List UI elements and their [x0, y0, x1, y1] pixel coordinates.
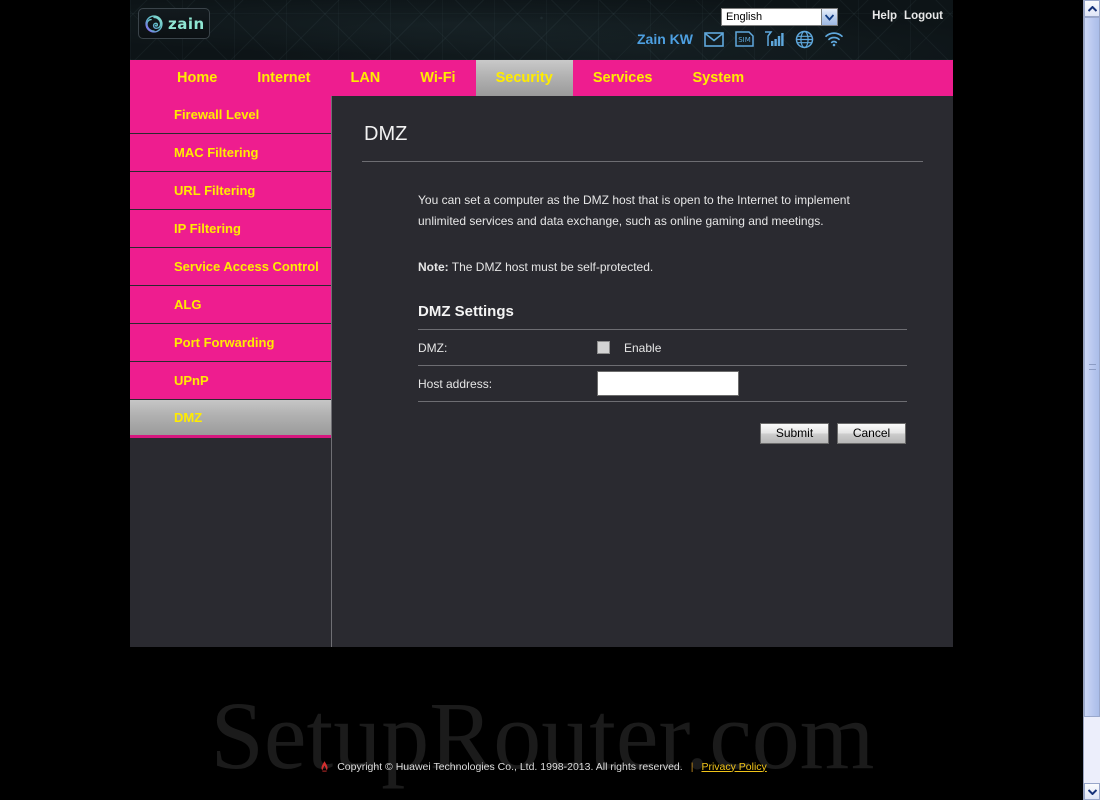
header-actions: Help Logout	[872, 10, 943, 22]
language-selector[interactable]: English	[721, 8, 838, 26]
page-body: Firewall Level MAC Filtering URL Filteri…	[130, 96, 953, 647]
dmz-enable-row: DMZ: Enable	[418, 330, 907, 365]
security-sidebar: Firewall Level MAC Filtering URL Filteri…	[130, 96, 332, 647]
zain-logo-text: zain	[168, 14, 205, 33]
help-link[interactable]: Help	[872, 10, 897, 22]
sidebar-item-ip-filtering[interactable]: IP Filtering	[130, 210, 331, 248]
page-root: SetupRouter.com zain English Help Logout…	[0, 0, 1100, 800]
title-divider	[362, 161, 923, 162]
nav-item-lan[interactable]: LAN	[330, 60, 400, 96]
language-select-value[interactable]: English	[721, 8, 821, 26]
dmz-label: DMZ:	[418, 340, 448, 355]
form-actions: Submit Cancel	[418, 423, 907, 444]
page-header: zain English Help Logout Zain KW SIM	[130, 0, 953, 60]
nav-item-home[interactable]: Home	[157, 60, 237, 96]
scrollbar-track[interactable]	[1084, 17, 1100, 783]
page-title: DMZ	[364, 123, 408, 145]
dmz-enable-label: Enable	[624, 340, 662, 355]
sidebar-item-upnp[interactable]: UPnP	[130, 362, 331, 400]
nav-item-services[interactable]: Services	[573, 60, 673, 96]
sidebar-item-alg[interactable]: ALG	[130, 286, 331, 324]
main-navigation: Home Internet LAN Wi-Fi Security Service…	[130, 60, 953, 96]
row-divider-2	[418, 401, 907, 402]
host-address-label: Host address:	[418, 376, 493, 391]
scrollbar-up-button[interactable]	[1084, 0, 1100, 17]
host-address-row: Host address:	[418, 366, 907, 401]
signal-bars-icon[interactable]	[763, 29, 785, 49]
sidebar-item-service-access-control[interactable]: Service Access Control	[130, 248, 331, 286]
sidebar-item-dmz[interactable]: DMZ	[130, 400, 331, 438]
nav-item-internet[interactable]: Internet	[237, 60, 330, 96]
privacy-policy-link[interactable]: Privacy Policy	[701, 761, 766, 773]
dmz-enable-checkbox[interactable]	[597, 341, 610, 354]
cancel-button[interactable]: Cancel	[837, 423, 906, 444]
carrier-name: Zain KW	[637, 31, 693, 47]
page-description: You can set a computer as the DMZ host t…	[418, 193, 850, 228]
sidebar-item-url-filtering[interactable]: URL Filtering	[130, 172, 331, 210]
nav-item-security[interactable]: Security	[475, 60, 573, 96]
vertical-scrollbar[interactable]	[1083, 0, 1100, 800]
nav-item-wifi[interactable]: Wi-Fi	[400, 60, 475, 96]
page-note: Note: The DMZ host must be self-protecte…	[362, 260, 923, 274]
section-title: DMZ Settings	[418, 303, 514, 320]
carrier-status-bar: Zain KW SIM	[637, 29, 845, 49]
sidebar-item-mac-filtering[interactable]: MAC Filtering	[130, 134, 331, 172]
main-content: DMZ You can set a computer as the DMZ ho…	[332, 96, 953, 647]
note-label: Note:	[418, 260, 449, 274]
nav-item-system[interactable]: System	[673, 60, 765, 96]
wifi-icon[interactable]	[823, 29, 845, 49]
sim-card-icon[interactable]: SIM	[733, 29, 755, 49]
page-footer: Copyright © Huawei Technologies Co., Ltd…	[0, 760, 1085, 773]
scrollbar-thumb[interactable]	[1084, 17, 1100, 717]
mail-icon[interactable]	[703, 29, 725, 49]
logout-link[interactable]: Logout	[904, 10, 943, 22]
sidebar-item-firewall-level[interactable]: Firewall Level	[130, 96, 331, 134]
note-text: The DMZ host must be self-protected.	[451, 260, 654, 274]
svg-text:SIM: SIM	[738, 36, 751, 44]
copyright-text: Copyright © Huawei Technologies Co., Ltd…	[337, 760, 683, 773]
sidebar-item-port-forwarding[interactable]: Port Forwarding	[130, 324, 331, 362]
scrollbar-grip	[1089, 364, 1096, 370]
dmz-settings-section: DMZ Settings DMZ: Enable Host address: S…	[418, 303, 907, 444]
submit-button[interactable]: Submit	[760, 423, 829, 444]
zain-spiral-icon	[144, 14, 164, 34]
host-address-input[interactable]	[597, 371, 739, 396]
scrollbar-down-button[interactable]	[1084, 783, 1100, 800]
globe-icon[interactable]	[793, 29, 815, 49]
huawei-logo-icon	[318, 760, 331, 773]
chevron-down-icon[interactable]	[821, 8, 838, 26]
router-admin-app: zain English Help Logout Zain KW SIM Hom…	[130, 0, 953, 647]
footer-separator: |	[690, 760, 694, 773]
zain-logo[interactable]: zain	[138, 8, 210, 39]
